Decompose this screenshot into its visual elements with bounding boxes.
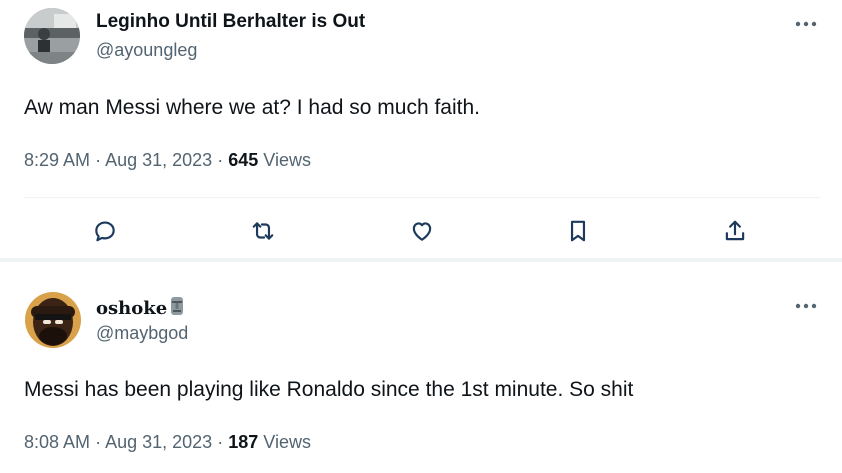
share-icon[interactable] [720,216,750,246]
views-label: Views [263,432,311,452]
reply-icon[interactable] [90,216,120,246]
tweet[interactable]: oshoke @maybgod Messi has been playing l… [0,262,842,473]
avatar-image [24,8,80,64]
avatar[interactable] [24,8,80,64]
tweet-text: Messi has been playing like Ronaldo sinc… [24,378,634,401]
tweet-meta: 8:08 AM · Aug 31, 2023 · 187 Views [24,432,311,453]
retweet-icon[interactable] [248,216,278,246]
tweet-time[interactable]: 8:08 AM [24,432,90,452]
avatar-image [25,292,81,348]
views-count: 187 [228,432,259,452]
tweet-time[interactable]: 8:29 AM [24,150,90,170]
meta-separator: · [217,150,224,170]
author-name[interactable]: Leginho Until Berhalter is Out [96,11,365,33]
tweet-meta: 8:29 AM · Aug 31, 2023 · 645 Views [24,150,311,171]
author-name-row[interactable]: oshoke [96,296,185,321]
avatar[interactable] [25,292,81,348]
bookmark-icon[interactable] [563,216,593,246]
meta-separator: · [217,432,224,452]
more-horizontal-icon[interactable] [794,12,818,36]
author-handle[interactable]: @maybgod [96,323,188,344]
views-count: 645 [228,150,259,170]
divider [24,197,820,198]
tweet[interactable]: Leginho Until Berhalter is Out @ayoungle… [0,0,842,258]
meta-separator: · [95,150,102,170]
tweet-text: Aw man Messi where we at? I had so much … [24,96,480,119]
author-handle[interactable]: @ayoungleg [96,40,197,61]
like-icon[interactable] [407,216,437,246]
views-label: Views [263,150,311,170]
moai-emoji-icon [169,296,185,321]
tweet-date[interactable]: Aug 31, 2023 [105,432,212,452]
author-name[interactable]: oshoke [96,298,167,319]
more-horizontal-icon[interactable] [794,294,818,318]
tweet-date[interactable]: Aug 31, 2023 [105,150,212,170]
meta-separator: · [95,432,102,452]
